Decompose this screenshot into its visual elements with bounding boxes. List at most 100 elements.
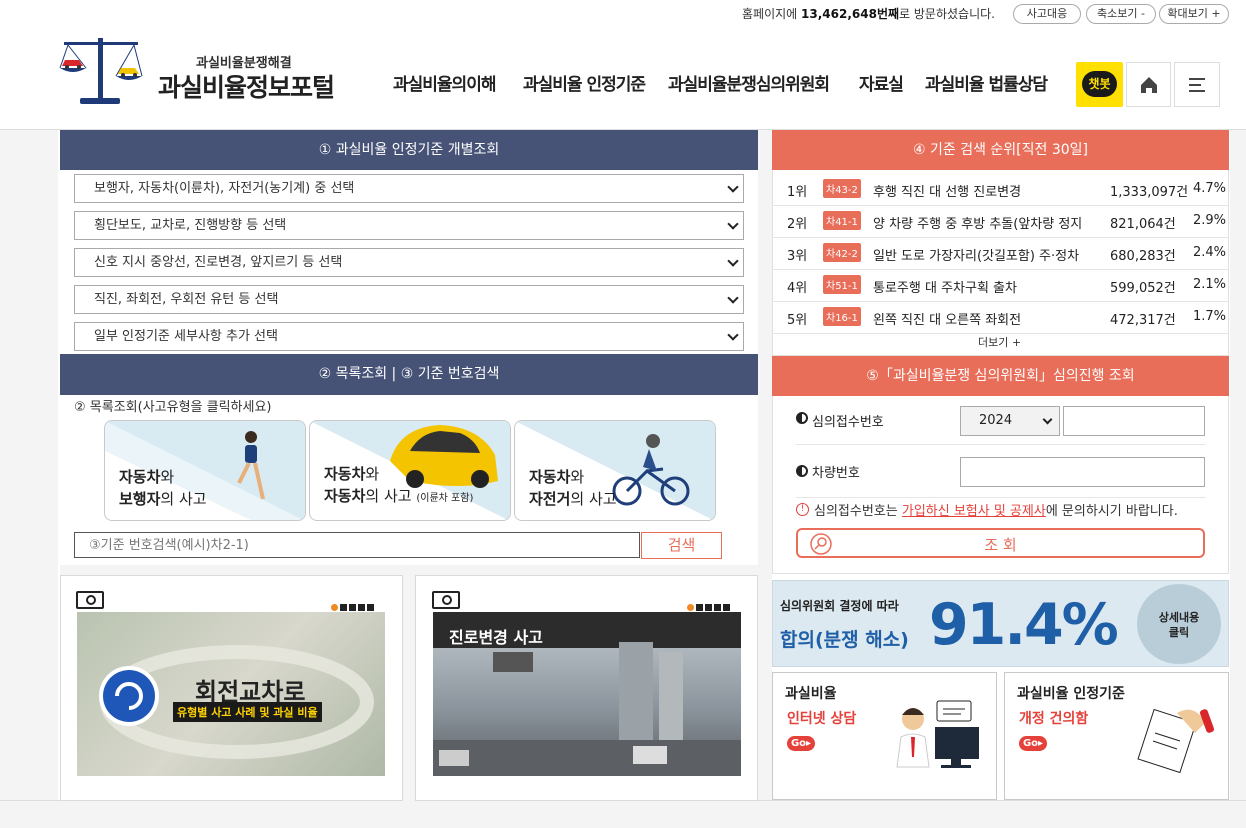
chevron-down-icon [727,218,739,230]
select-location[interactable]: 횡단보도, 교차로, 진행방향 등 선택 [74,211,744,240]
select-signal[interactable]: 신호 지시 중앙선, 진로변경, 앞지르기 등 선택 [74,248,744,277]
menu-button[interactable] [1174,62,1220,107]
select-party-type[interactable]: 보행자, 자동차(이륜차), 자전거(농기계) 중 선택 [74,174,744,203]
criteria-name: 일반 도로 가장자리(갓길포함) 주·정차 [873,249,1080,264]
chevron-down-icon [727,255,739,267]
rank-number: 3위 [787,249,808,264]
rank-row[interactable]: 3위 차42-2 일반 도로 가장자리(갓길포함) 주·정차 680,283건 2.4% [773,238,1228,270]
year-select[interactable]: 2024 [960,406,1060,436]
criteria-name: 통로주행 대 주차구획 출차 [873,281,1017,296]
page: { "topbar": { "visit_prefix": "홈페이지에", "… [0,0,1246,828]
detail-label: 상세내용 클릭 [1158,611,1200,639]
home-button[interactable] [1126,62,1171,107]
search-percent: 2.9% [1193,213,1227,228]
card-car-pedestrian[interactable]: 자동차와 보행자의 사고 [104,420,306,521]
divider [796,497,1206,498]
nav-legal-consult[interactable]: 과실비율 법률상담 [925,70,1048,95]
rank-number: 2위 [787,217,808,232]
accident-response-button[interactable]: 사고대응 [1013,4,1081,24]
suggestion-box-icon [1137,708,1215,773]
lane-change-thumbnail[interactable]: 진로변경 사고 [433,612,741,776]
internet-consult-card[interactable]: 과실비율 인터넷 상담 Go▸ [772,672,997,800]
rank-number: 1위 [787,185,808,200]
nav-criteria[interactable]: 과실비율 인정기준 [523,70,646,95]
criteria-name: 양 차량 주행 중 후방 추돌(앞차량 정지 [873,217,1083,232]
video-gap [403,575,415,801]
rank-row[interactable]: 2위 차41-1 양 차량 주행 중 후방 추돌(앞차량 정지 821,064건 2.9… [773,206,1228,238]
footer-band [0,800,1246,828]
chevron-down-icon [727,292,739,304]
nav-committee[interactable]: 과실비율분쟁심의위원회 [668,70,830,95]
scales-logo-icon[interactable] [58,32,144,108]
card-car-bicycle[interactable]: 자동차와 자전거의 사고 [514,420,716,521]
zoom-out-button[interactable]: 축소보기 - [1086,4,1156,24]
hamburger-icon [1189,78,1205,92]
panel2-title: ② 목록조회 | ③ 기준 번호검색 [60,354,758,395]
chatbot-button[interactable]: 챗봇 [1076,62,1123,107]
go-button[interactable]: Go▸ [1019,736,1047,751]
consult-card-sub: 인터넷 상담 [787,711,857,727]
video-icon [76,591,104,609]
roundabout-thumbnail[interactable]: 회전교차로 유형별 사고 사례 및 과실 비율 [77,612,385,776]
search-count: 599,052건 [1110,281,1176,296]
detail-button[interactable]: 상세내용 클릭 [1137,584,1221,664]
left-margin [0,130,58,810]
nav-resources[interactable]: 자료실 [859,70,904,95]
chevron-down-icon [727,329,739,341]
insurer-link[interactable]: 가입하신 보험사 및 공제사 [902,504,1046,519]
rank-more-link[interactable]: 더보기 + [978,334,1021,350]
card2-text: 자동차와 자동차의 사고 (이륜차 포함) [324,465,474,505]
receipt-number-input[interactable] [1063,406,1205,436]
suggestion-card-title: 과실비율 인정기준 [1017,686,1125,702]
video-icon [432,591,460,609]
panel4-title: ④ 기준 검색 순위[직전 30일] [772,130,1229,170]
rank-row[interactable]: 5위 차16-1 왼쪽 직진 대 오른쪽 좌회전 472,317건 1.7% [773,302,1228,334]
select-direction[interactable]: 직진, 좌회전, 우회전 유턴 등 선택 [74,285,744,314]
stat-value: 91.4% [929,592,1119,658]
select-details[interactable]: 일부 인정기준 세부사항 추가 선택 [74,322,744,351]
search-percent: 2.1% [1193,277,1227,292]
visit-count: 13,462,648번째 [801,7,900,21]
rank-row[interactable]: 4위 차51-1 통로주행 대 주차구획 출차 599,052건 2.1% [773,270,1228,302]
criteria-code-badge: 차42-2 [823,243,861,262]
criteria-number-search-input[interactable] [74,532,640,558]
criteria-suggestion-card[interactable]: 과실비율 인정기준 개정 건의함 Go▸ [1004,672,1229,800]
half-circle-icon [796,412,808,424]
visit-counter: 홈페이지에 13,462,648번째로 방문하셨습니다. [742,7,995,21]
agreement-rate-banner[interactable]: 심의위원회 결정에 따라 합의(분쟁 해소) 91.4% 상세내용 클릭 [772,580,1229,667]
logo-title[interactable]: 과실비율정보포털 [158,68,335,104]
receipt-notice: 심의접수번호는 가입하신 보험사 및 공제사에 문의하시기 바랍니다. [814,504,1178,519]
search-button[interactable]: 검색 [641,532,722,559]
alert-icon: ! [796,503,809,516]
search-count: 821,064건 [1110,217,1176,232]
search-count: 680,283건 [1110,249,1176,264]
rank-number: 4위 [787,281,808,296]
receipt-number-label: 심의접수번호 [812,415,884,430]
criteria-code-badge: 차51-1 [823,275,861,294]
query-button[interactable]: 조 회 [796,528,1205,558]
nav-understanding[interactable]: 과실비율의이해 [393,70,496,95]
half-circle-icon [796,465,808,477]
divider [796,444,1206,445]
consult-card-title: 과실비율 [785,686,837,702]
search-percent: 1.7% [1193,309,1227,324]
zoom-in-button[interactable]: 확대보기 + [1159,4,1229,24]
go-button[interactable]: Go▸ [787,736,815,751]
rank-row[interactable]: 1위 차43-2 후행 직진 대 선행 진로변경 1,333,097건 4.7% [773,174,1228,206]
section-gap [60,565,758,575]
suggestion-card-sub: 개정 건의함 [1019,711,1089,727]
card-car-car[interactable]: 자동차와 자동차의 사고 (이륜차 포함) [309,420,511,521]
search-count: 1,333,097건 [1110,185,1189,200]
home-icon [1141,77,1157,93]
car-number-input[interactable] [960,457,1205,487]
video2-title: 진로변경 사고 [449,628,543,647]
panel5-title: ⑤「과실비율분쟁 심의위원회」심의진행 조회 [772,356,1229,396]
stat-line2: 합의(분쟁 해소) [780,629,909,651]
consultant-icon [896,700,979,768]
query-button-label: 조 회 [984,536,1017,554]
search-percent: 4.7% [1193,181,1227,196]
criteria-code-badge: 차16-1 [823,307,861,326]
search-percent: 2.4% [1193,245,1227,260]
list-lookup-label: ② 목록조회(사고유형을 클릭하세요) [74,400,272,415]
column-gap [758,130,772,810]
